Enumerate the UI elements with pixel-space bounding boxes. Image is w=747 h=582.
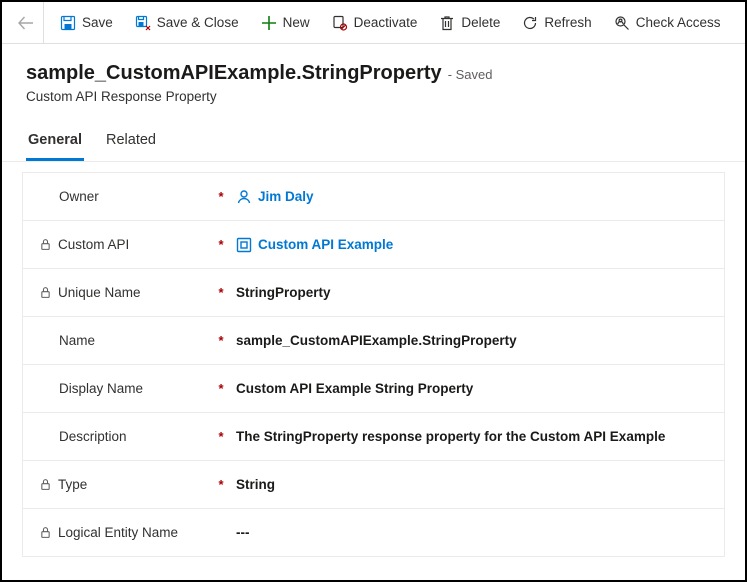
tabs: General Related: [2, 110, 745, 162]
lock-icon: [39, 478, 52, 491]
page-header: sample_CustomAPIExample.StringProperty -…: [2, 44, 745, 110]
label-unique-name: Unique Name: [58, 285, 141, 300]
lock-icon: [39, 238, 52, 251]
label-name: Name: [59, 333, 95, 348]
label-custom-api: Custom API: [58, 237, 129, 252]
required-marker: *: [214, 429, 228, 444]
value-type: String: [236, 477, 275, 492]
label-description: Description: [59, 429, 127, 444]
tab-general-label: General: [28, 132, 82, 148]
plus-icon: [261, 15, 277, 31]
label-type: Type: [58, 477, 87, 492]
entity-subtitle: Custom API Response Property: [26, 89, 721, 104]
value-name: sample_CustomAPIExample.StringProperty: [236, 333, 517, 348]
save-label: Save: [82, 15, 113, 30]
save-icon: [60, 15, 76, 31]
value-display-name: Custom API Example String Property: [236, 381, 473, 396]
check-access-icon: [614, 15, 630, 31]
value-owner[interactable]: Jim Daly: [258, 189, 314, 204]
delete-label: Delete: [461, 15, 500, 30]
check-access-label: Check Access: [636, 15, 721, 30]
tab-related-label: Related: [106, 132, 156, 148]
field-display-name[interactable]: Display Name * Custom API Example String…: [23, 365, 724, 413]
back-button[interactable]: [8, 2, 44, 44]
field-custom-api[interactable]: Custom API * Custom API Example: [23, 221, 724, 269]
field-logical-entity-name[interactable]: Logical Entity Name ---: [23, 509, 724, 557]
lock-icon: [39, 526, 52, 539]
label-logical-entity-name: Logical Entity Name: [58, 525, 178, 540]
deactivate-icon: [332, 15, 348, 31]
field-type[interactable]: Type * String: [23, 461, 724, 509]
delete-button[interactable]: Delete: [429, 5, 510, 41]
value-custom-api[interactable]: Custom API Example: [258, 237, 393, 252]
save-close-label: Save & Close: [157, 15, 239, 30]
lock-icon: [39, 286, 52, 299]
refresh-button[interactable]: Refresh: [512, 5, 601, 41]
save-close-icon: [135, 15, 151, 31]
value-unique-name: StringProperty: [236, 285, 331, 300]
required-marker: *: [214, 381, 228, 396]
person-icon: [236, 189, 252, 205]
label-display-name: Display Name: [59, 381, 143, 396]
field-description[interactable]: Description * The StringProperty respons…: [23, 413, 724, 461]
required-marker: *: [214, 237, 228, 252]
field-name[interactable]: Name * sample_CustomAPIExample.StringPro…: [23, 317, 724, 365]
required-marker: *: [214, 189, 228, 204]
form: Owner * Jim Daly Custom API * Custom API…: [2, 162, 745, 557]
deactivate-label: Deactivate: [354, 15, 418, 30]
back-arrow-icon: [18, 15, 34, 31]
value-logical-entity-name: ---: [236, 525, 250, 540]
required-marker: *: [214, 285, 228, 300]
tab-related[interactable]: Related: [104, 126, 158, 161]
check-access-button[interactable]: Check Access: [604, 5, 731, 41]
required-marker: *: [214, 333, 228, 348]
field-unique-name[interactable]: Unique Name * StringProperty: [23, 269, 724, 317]
required-marker: *: [214, 477, 228, 492]
new-label: New: [283, 15, 310, 30]
save-close-button[interactable]: Save & Close: [125, 5, 249, 41]
label-owner: Owner: [59, 189, 99, 204]
lookup-entity-icon: [236, 237, 252, 253]
refresh-icon: [522, 15, 538, 31]
refresh-label: Refresh: [544, 15, 591, 30]
toolbar: Save Save & Close New Deactivate Delete …: [2, 2, 745, 44]
value-description: The StringProperty response property for…: [236, 429, 665, 444]
trash-icon: [439, 15, 455, 31]
new-button[interactable]: New: [251, 5, 320, 41]
field-owner[interactable]: Owner * Jim Daly: [23, 173, 724, 221]
page-title: sample_CustomAPIExample.StringProperty: [26, 62, 442, 85]
save-button[interactable]: Save: [50, 5, 123, 41]
save-status: - Saved: [448, 67, 493, 82]
tab-general[interactable]: General: [26, 126, 84, 161]
deactivate-button[interactable]: Deactivate: [322, 5, 428, 41]
